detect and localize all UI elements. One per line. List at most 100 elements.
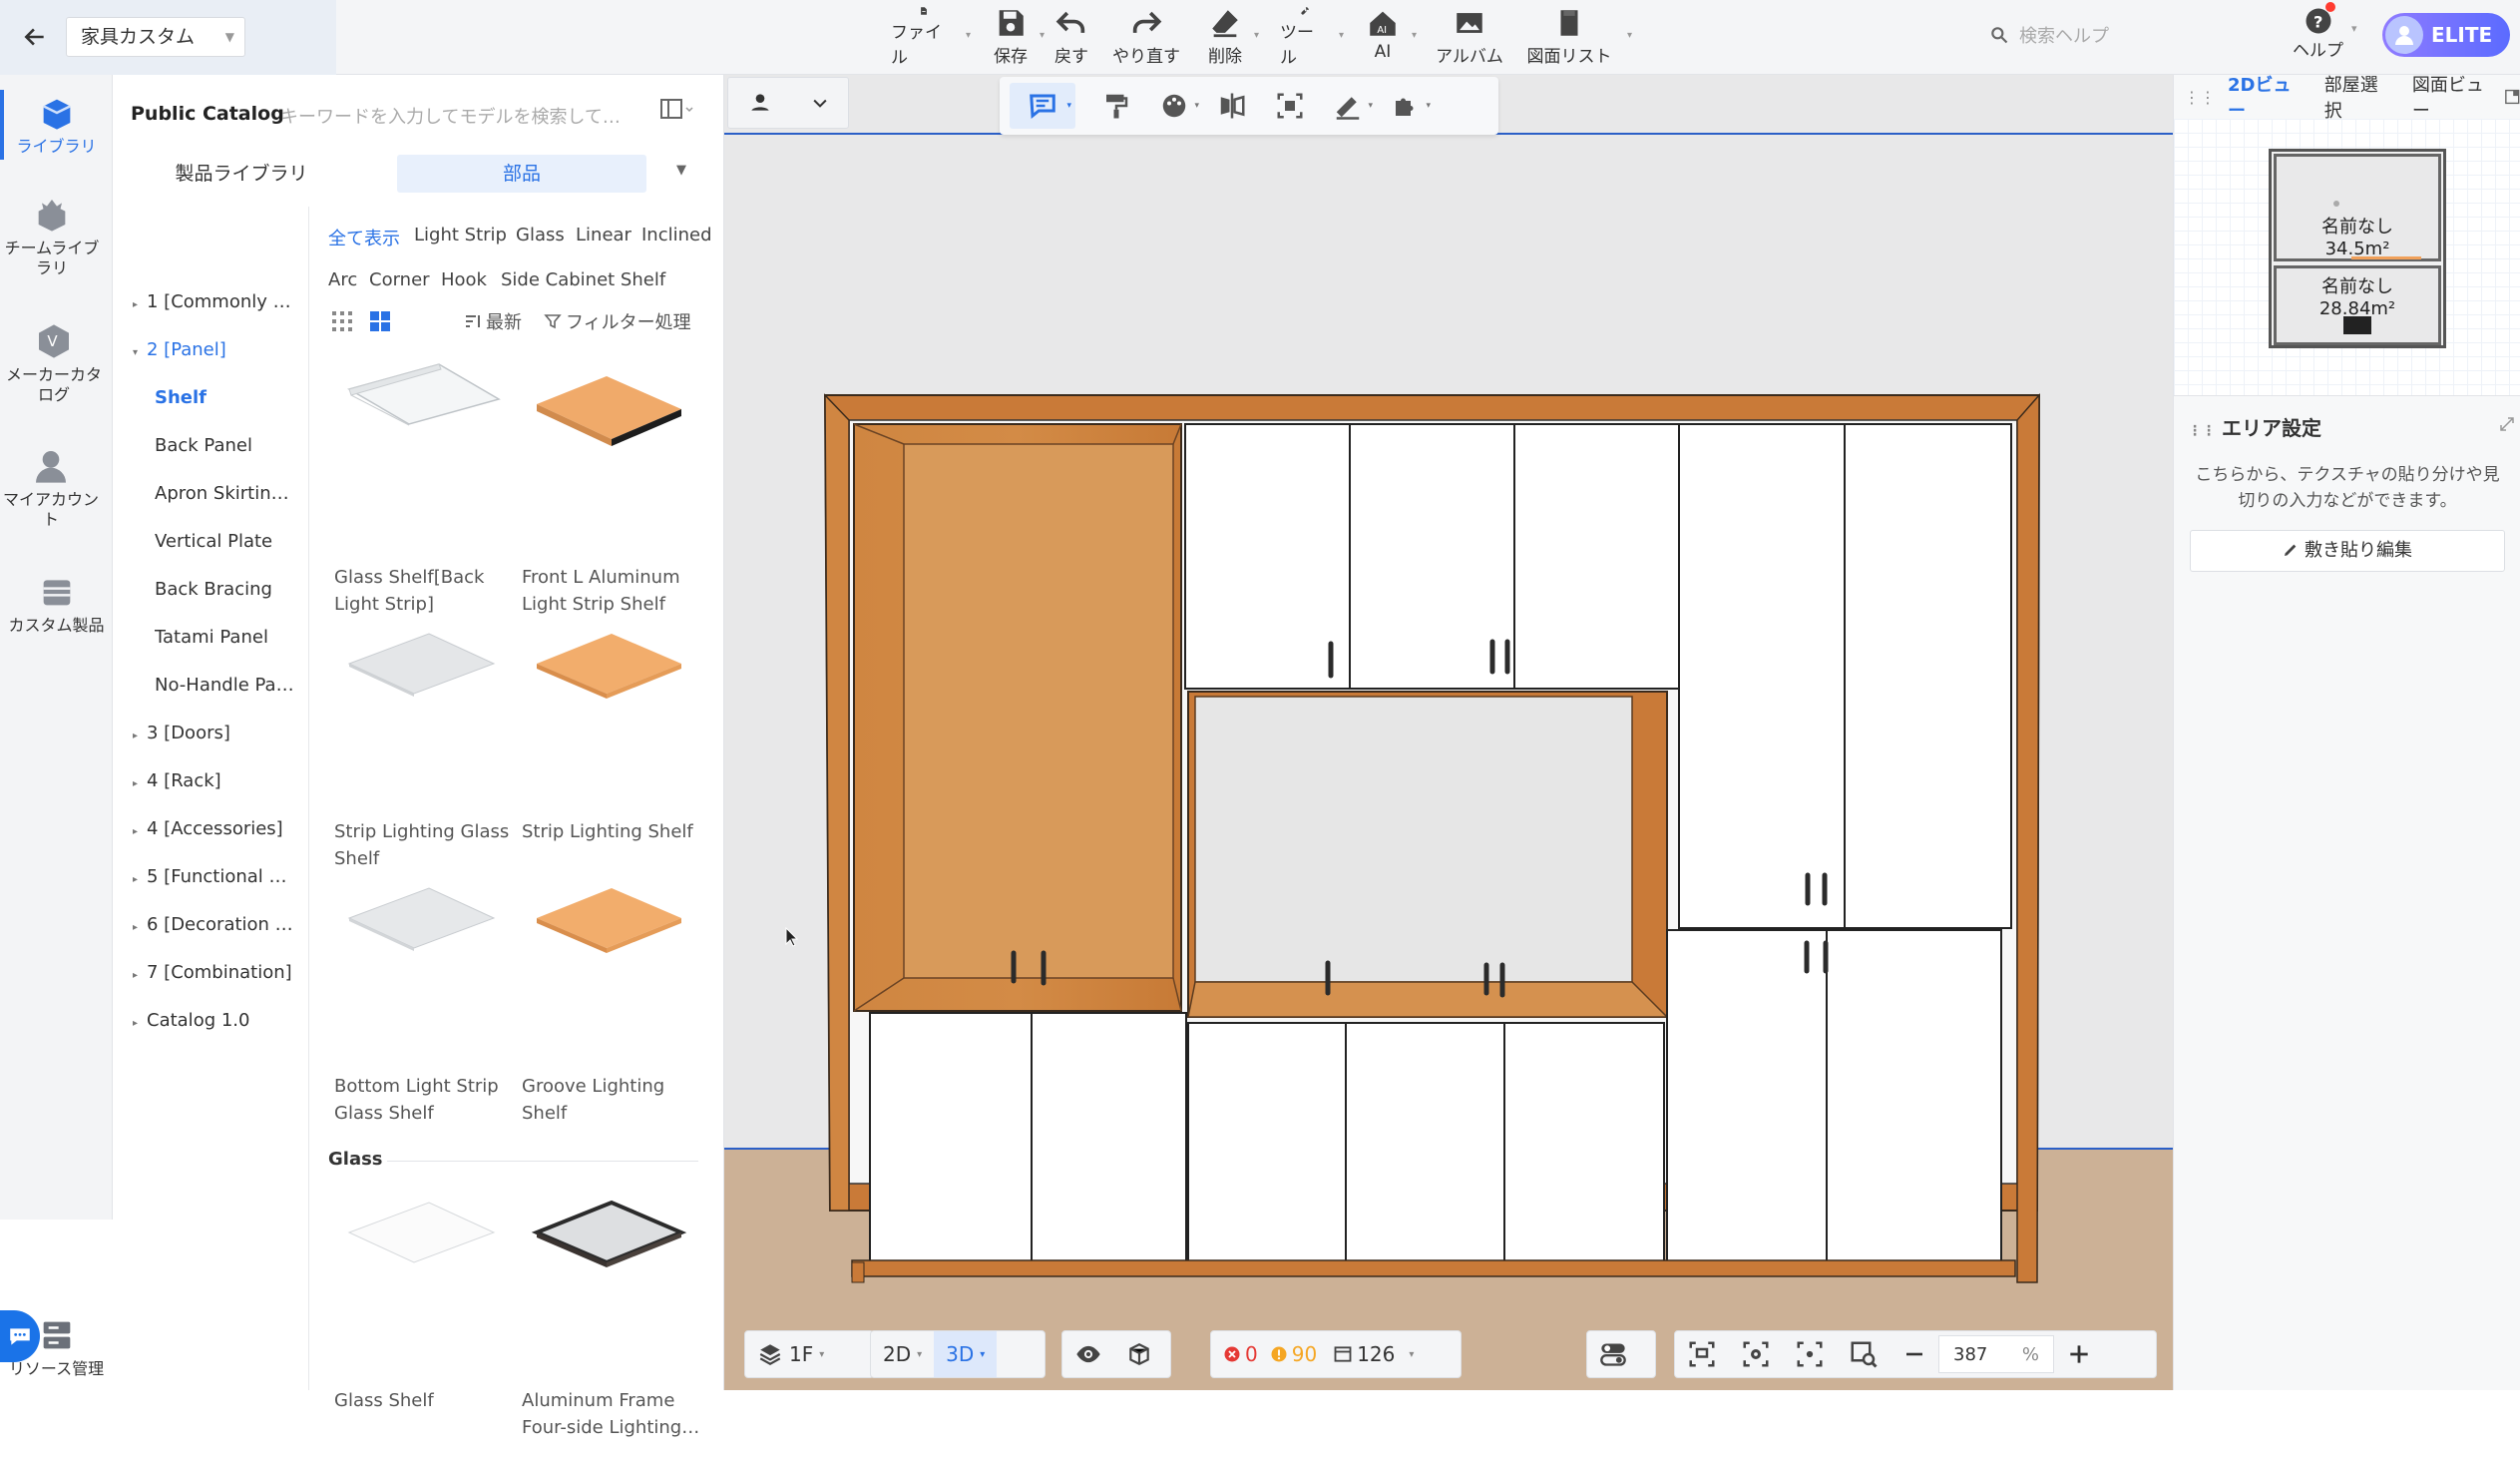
filter-chip-all[interactable]: 全て表示 <box>328 225 400 250</box>
focus-selection-button[interactable] <box>1783 1331 1837 1377</box>
filter-chip[interactable]: Hook <box>441 269 487 290</box>
view-2d-button[interactable]: 2D ▾ <box>871 1331 934 1377</box>
catalog-title: Public Catalog <box>131 103 284 125</box>
back-button[interactable] <box>14 16 56 58</box>
ai-button[interactable]: AI AI ▾ <box>1363 6 1417 68</box>
help-button[interactable]: ? ヘルプ <box>2293 6 2343 61</box>
tab-drawing-view[interactable]: 図面ビュー <box>2412 71 2495 123</box>
tree-item[interactable]: Back Bracing <box>155 579 351 600</box>
tree-item[interactable]: ▸ 6 [Decoration … <box>133 914 307 935</box>
tools-button[interactable]: ツール ▾ <box>1280 6 1344 68</box>
filter-chip[interactable]: Linear <box>576 225 631 245</box>
measure-tool[interactable]: ▾ <box>1319 83 1377 129</box>
camera-select[interactable] <box>727 77 849 129</box>
tab-parts[interactable]: 部品 <box>397 155 646 193</box>
help-search-input[interactable]: 検索ヘルプ <box>1989 22 2109 48</box>
room-name: 名前なし <box>2321 217 2393 238</box>
expand-icon[interactable] <box>2499 416 2515 432</box>
floor-select[interactable]: 1F ▾ <box>744 1330 874 1378</box>
drawing-list-button[interactable]: 図面リスト ▾ <box>1526 6 1632 68</box>
tree-item[interactable]: No-Handle Pa… <box>155 675 302 696</box>
account-badge[interactable]: ELITE <box>2382 13 2510 57</box>
visibility-button[interactable] <box>1062 1331 1114 1377</box>
room-1[interactable]: 名前なし 34.5m² <box>2274 154 2441 261</box>
zoom-out-button[interactable] <box>1890 1331 1938 1377</box>
document-name-select[interactable]: 家具カスタム ▼ <box>66 17 245 57</box>
drag-handle-icon[interactable]: ⋮⋮ <box>2184 88 2216 107</box>
album-icon <box>1457 13 1482 33</box>
plugin-tool[interactable]: ▾ <box>1377 83 1435 129</box>
panel-layout-toggle[interactable] <box>659 97 693 127</box>
cabinet-model[interactable] <box>724 75 2173 1390</box>
undo-button[interactable]: 戻す <box>1051 6 1091 68</box>
tree-item[interactable]: ▸ 5 [Functional … <box>133 866 307 887</box>
3d-viewport[interactable]: ▾ ▾ ▾ ▾ 1F ▾ 2D ▾ 3D ▾ 0 90 126 ▾ 387 % <box>724 75 2173 1390</box>
puzzle-icon <box>1396 98 1414 116</box>
tree-item[interactable]: Tatami Panel <box>155 627 351 648</box>
floor-plan-minimap[interactable]: 名前なし 34.5m² 名前なし 28.84m² <box>2174 119 2520 396</box>
rail-item-my-account[interactable]: マイアカウント <box>0 446 102 530</box>
floor-covering-edit-button[interactable]: 敷き貼り編集 <box>2190 530 2505 572</box>
zoom-input[interactable]: 387 % <box>1938 1335 2054 1373</box>
rail-item-custom-product[interactable]: カスタム製品 <box>0 572 113 636</box>
settings-toggle[interactable] <box>1586 1330 1656 1378</box>
grid-large-icon[interactable] <box>369 310 391 332</box>
album-button[interactable]: アルバム <box>1435 6 1504 68</box>
tree-item-shelf[interactable]: Shelf <box>155 387 351 408</box>
panel-dock-icon[interactable] <box>2504 88 2520 106</box>
viewport-toolbar: ▾ ▾ ▾ ▾ <box>1000 77 1498 135</box>
model-search-input[interactable]: キーワードを入力してモデルを検索して… <box>280 103 621 129</box>
material-tool[interactable]: ▾ <box>1145 83 1203 129</box>
sort-latest-button[interactable]: 最新 <box>464 308 522 334</box>
caret-down-icon[interactable]: ▼ <box>676 163 686 178</box>
right-panel-tabs: ⋮⋮ 2Dビュー 部屋選択 図面ビュー <box>2174 75 2520 122</box>
rail-item-resource-management[interactable]: リソース管理 <box>0 1315 113 1379</box>
filter-chip[interactable]: Side Cabinet Shelf <box>501 269 665 290</box>
tab-product-library[interactable]: 製品ライブラリ <box>133 155 350 193</box>
tree-item[interactable]: ▸ Catalog 1.0 <box>133 1010 329 1031</box>
delete-button[interactable]: 削除 ▾ <box>1205 6 1259 68</box>
paint-roller-tool[interactable] <box>1087 83 1145 129</box>
tree-item[interactable]: ▸ 7 [Combination] <box>133 962 329 983</box>
filter-button[interactable]: フィルター処理 <box>544 308 691 334</box>
paint-roller-icon <box>1106 94 1128 119</box>
svg-text:AI: AI <box>1377 25 1387 36</box>
wood-shelf-thumbnail <box>537 888 681 953</box>
file-menu-button[interactable]: ファイル ▾ <box>891 6 971 68</box>
filter-chip[interactable]: Inclined <box>641 225 712 245</box>
rail-item-maker-catalog[interactable]: V メーカーカタログ <box>0 321 108 405</box>
tree-item[interactable]: ▸ 4 [Accessories] <box>133 818 329 839</box>
tree-item[interactable]: ▸ 3 [Doors] <box>133 723 329 743</box>
person-icon <box>750 94 769 111</box>
mirror-icon <box>1220 93 1245 119</box>
view-3d-button[interactable]: 3D ▾ <box>934 1331 998 1377</box>
redo-button[interactable]: やり直す <box>1111 6 1181 68</box>
annotation-tool[interactable]: ▾ <box>1010 83 1075 129</box>
tree-item[interactable]: ▸ 1 [Commonly … <box>133 291 307 312</box>
tree-item[interactable]: Vertical Plate <box>155 531 351 552</box>
tree-item-panel[interactable]: ▾ 2 [Panel] <box>133 339 329 360</box>
tree-item[interactable]: Apron Skirtin… <box>155 483 302 504</box>
filter-chip[interactable]: Light Strip <box>414 225 507 245</box>
tree-item[interactable]: ▸ 4 [Rack] <box>133 770 329 791</box>
fit-view-button[interactable] <box>1675 1331 1729 1377</box>
tree-item[interactable]: Back Panel <box>155 435 351 456</box>
filter-chip[interactable]: Corner <box>369 269 430 290</box>
save-icon <box>999 10 1024 36</box>
grid-small-icon[interactable] <box>331 310 353 332</box>
filter-chip[interactable]: Arc <box>328 269 357 290</box>
tab-room-select[interactable]: 部屋選択 <box>2324 71 2390 123</box>
mirror-tool[interactable] <box>1203 83 1261 129</box>
select-frame-tool[interactable] <box>1261 83 1319 129</box>
tab-2d-view[interactable]: 2Dビュー <box>2228 71 2303 123</box>
rail-item-library[interactable]: ライブラリ <box>0 93 113 157</box>
rail-item-team-library[interactable]: チームライブラリ <box>0 195 104 278</box>
filter-chip[interactable]: Glass <box>516 225 565 245</box>
zoom-area-button[interactable] <box>1837 1331 1890 1377</box>
view-settings-button[interactable] <box>1729 1331 1783 1377</box>
save-button[interactable]: 保存 ▾ <box>991 6 1045 68</box>
zoom-value: 387 <box>1953 1343 1988 1365</box>
cube-view-button[interactable] <box>1114 1331 1164 1377</box>
status-counters[interactable]: 0 90 126 ▾ <box>1210 1330 1462 1378</box>
zoom-in-button[interactable] <box>2054 1331 2104 1377</box>
